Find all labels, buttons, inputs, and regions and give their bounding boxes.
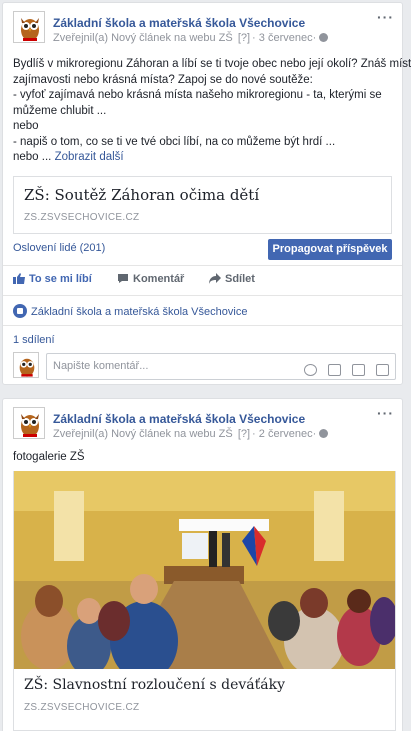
like-button[interactable]: To se mi líbí (13, 273, 92, 285)
text-ellipsis: nebo ... (13, 151, 52, 163)
link-preview[interactable]: ZŠ: Soutěž Záhoran očima dětí ZS.ZSVSECH… (13, 175, 392, 234)
reach-link[interactable]: Oslovení lidé (201) (13, 242, 105, 254)
divider (3, 325, 402, 326)
emoji-icon[interactable] (304, 364, 317, 376)
comment-button[interactable]: Komentář (117, 273, 184, 285)
event-photo[interactable] (14, 471, 395, 669)
post-header: Základní škola a mateřská škola Všechovi… (3, 399, 402, 441)
comment-composer: Napište komentář... (13, 352, 396, 382)
globe-icon (319, 33, 329, 42)
post-header: Základní škola a mateřská škola Všechovi… (3, 3, 402, 45)
page-name[interactable]: Základní škola a mateřská škola Všechovi… (53, 16, 305, 30)
like-label: To se mi líbí (29, 273, 92, 285)
post-meta: Zveřejnil(a) Nový článek na webu ZŠ [?] ·… (53, 32, 329, 44)
text-line-last: nebo ... Zobrazit další (13, 150, 392, 166)
comment-placeholder: Napište komentář... (53, 360, 149, 372)
post-text: Bydlíš v mikroregionu Záhoran a líbí se … (3, 45, 411, 166)
owl-logo[interactable] (13, 407, 45, 439)
more-icon[interactable]: ··· (377, 9, 394, 25)
page-name[interactable]: Základní škola a mateřská škola Všechovi… (53, 412, 305, 426)
text-line: zajímavosti nebo krásná místa? Zapoj se … (13, 73, 313, 86)
photo-link-preview[interactable]: ZŠ: Slavnostní rozloučení s deváťáky ZS.… (13, 471, 396, 731)
post-date[interactable]: 3 červenec (259, 32, 313, 44)
comment-label: Komentář (133, 273, 185, 285)
sticker-icon[interactable] (376, 364, 389, 376)
owl-logo[interactable] (13, 11, 45, 43)
link-domain: ZS.ZSVSECHOVICE.CZ (24, 211, 140, 223)
liked-by-name: Základní škola a mateřská škola Všechovi… (31, 306, 248, 318)
text-line: nebo (13, 120, 39, 132)
text-line: - napiš o tom, co se ti ve tvé obci líbí… (13, 135, 336, 148)
promote-button[interactable]: Propagovat příspěvek (268, 239, 392, 260)
post-meta: Zveřejnil(a) Nový článek na webu ZŠ [?] ·… (53, 428, 329, 440)
text-line: Bydlíš v mikroregionu Záhoran a líbí se … (13, 58, 411, 70)
meta-help[interactable]: [?] (238, 428, 250, 440)
composer-icons (293, 361, 389, 386)
more-icon[interactable]: ··· (377, 405, 394, 421)
text-line: - vyfoť zajímavá nebo krásná místa našeh… (13, 89, 382, 101)
post-caption: fotogalerie ZŠ (13, 451, 85, 463)
divider (3, 295, 402, 296)
share-label: Sdílet (225, 273, 255, 285)
link-domain: ZS.ZSVSECHOVICE.CZ (24, 702, 140, 713)
post-card: Základní škola a mateřská škola Všechovi… (2, 398, 403, 731)
avatar (13, 352, 39, 378)
action-bar: To se mi líbí Komentář Sdílet (3, 273, 402, 293)
share-button[interactable]: Sdílet (209, 273, 255, 285)
see-more-link[interactable]: Zobrazit další (55, 151, 124, 163)
link-title[interactable]: ZŠ: Soutěž Záhoran očima dětí (14, 177, 391, 208)
post-card: Základní škola a mateřská škola Všechovi… (2, 2, 411, 385)
meta-help[interactable]: [?] (238, 32, 250, 44)
share-icon (209, 273, 221, 284)
like-reaction-icon (13, 304, 27, 318)
meta-prefix: Zveřejnil(a) Nový článek na webu ZŠ (53, 428, 233, 440)
comment-icon (118, 274, 128, 283)
gif-icon[interactable] (352, 364, 365, 376)
link-title[interactable]: ZŠ: Slavnostní rozloučení s deváťáky (14, 669, 395, 697)
post-date[interactable]: 2 červenec (259, 428, 313, 440)
like-icon (13, 273, 25, 284)
comment-input[interactable]: Napište komentář... (46, 353, 396, 380)
text-line: můžeme chlubit ... (13, 104, 107, 117)
divider (3, 265, 402, 266)
shares-count[interactable]: 1 sdílení (13, 334, 55, 346)
liked-by[interactable]: Základní škola a mateřská škola Všechovi… (13, 304, 247, 318)
globe-icon (319, 429, 329, 438)
camera-icon[interactable] (328, 364, 341, 376)
meta-prefix: Zveřejnil(a) Nový článek na webu ZŠ (53, 32, 233, 44)
